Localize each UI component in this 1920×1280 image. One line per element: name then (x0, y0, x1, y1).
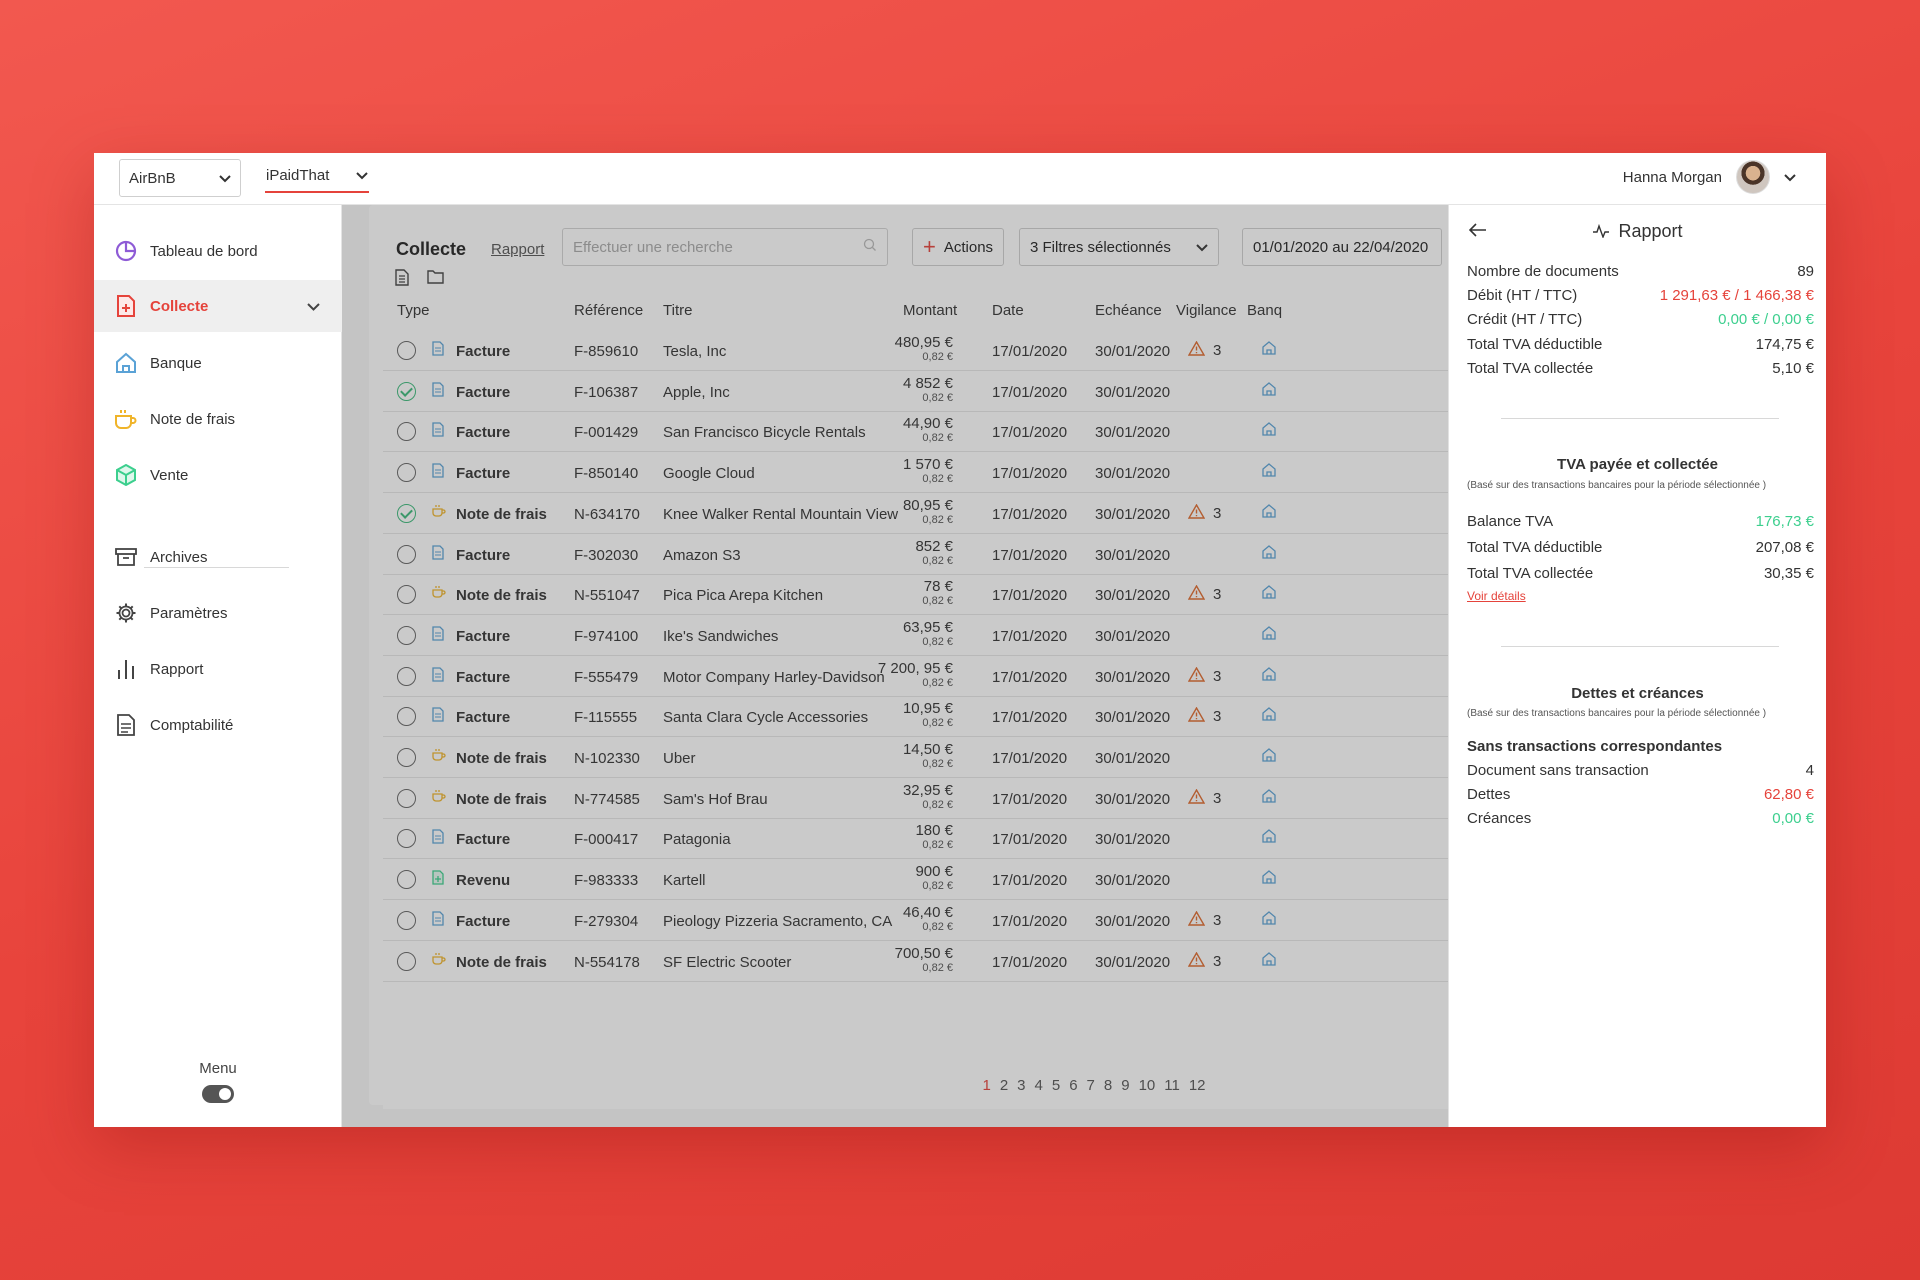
report-row: Document sans transaction 4 (1467, 762, 1814, 779)
report-value: 0,00 € (1772, 810, 1814, 828)
company-select-value: AirBnB (129, 169, 176, 187)
menu-label: Menu (199, 1060, 237, 1077)
report-label: Total TVA collectée (1467, 359, 1594, 377)
report-label: Crédit (HT / TTC) (1467, 311, 1583, 329)
company-select[interactable]: AirBnB (119, 159, 241, 197)
panel-title: Rapport (1449, 221, 1826, 242)
workspace-select-value: iPaidThat (266, 166, 330, 184)
report-row: Dettes 62,80 € (1467, 786, 1814, 803)
report-value: 174,75 € (1755, 335, 1814, 353)
report-row: Nombre de documents 89 (1467, 263, 1814, 280)
avatar (1736, 160, 1770, 194)
user-name: Hanna Morgan (1622, 168, 1722, 186)
report-row: Créances 0,00 € (1467, 810, 1814, 827)
chevron-down-icon (219, 170, 231, 187)
menu-toggle[interactable] (202, 1085, 234, 1103)
report-value: 5,10 € (1772, 359, 1814, 377)
report-label: Créances (1467, 810, 1532, 828)
report-label: Balance TVA (1467, 513, 1554, 530)
sidebar-item-label: Paramètres (150, 604, 228, 622)
sidebar-item-collecte[interactable]: Collecte (94, 280, 342, 332)
report-row: Total TVA déductible 207,08 € (1467, 539, 1814, 556)
report-label: Total TVA déductible (1467, 335, 1603, 353)
report-value: 176,73 € (1755, 513, 1814, 530)
debts-subtitle: Sans transactions correspondantes (1467, 738, 1814, 755)
report-value: 62,80 € (1763, 786, 1814, 804)
sidebar-item-tableau-de-bord[interactable]: Tableau de bord (94, 225, 342, 277)
report-value: 30,35 € (1763, 565, 1814, 582)
report-value: 207,08 € (1755, 539, 1814, 556)
report-row: Balance TVA 176,73 € (1467, 513, 1814, 530)
view-details-link[interactable]: Voir détails (1467, 589, 1526, 603)
tva-section-note: (Basé sur des transactions bancaires pou… (1467, 480, 1767, 491)
sidebar-item-label: Note de frais (150, 410, 236, 428)
archive-box-icon (114, 545, 138, 569)
bank-icon (114, 351, 138, 375)
report-value: 1 291,63 € / 1 466,38 € (1659, 287, 1814, 305)
sidebar-divider (144, 567, 289, 568)
debts-section-note: (Basé sur des transactions bancaires pou… (1467, 708, 1767, 719)
tva-section-title: TVA payée et collectée (1557, 456, 1718, 473)
top-bar: AirBnB iPaidThat Hanna Morgan (94, 153, 1826, 205)
report-value: 0,00 € / 0,00 € (1718, 311, 1814, 329)
coffee-cup-icon (114, 407, 138, 431)
chevron-down-icon (307, 298, 320, 315)
sidebar-item-label: Rapport (150, 660, 204, 678)
chevron-down-icon (1784, 169, 1796, 186)
report-value: 4 (1805, 762, 1814, 779)
sidebar-item-label: Archives (150, 548, 208, 566)
report-row: Crédit (HT / TTC) 0,00 € / 0,00 € (1467, 311, 1814, 328)
sidebar-item-note-de-frais[interactable]: Note de frais (94, 393, 342, 445)
report-label: Nombre de documents (1467, 263, 1619, 280)
rapport-panel: Rapport Nombre de documents 89 Débit (HT /… (1448, 205, 1826, 1127)
report-label: Document sans transaction (1467, 762, 1649, 779)
report-row: Total TVA déductible 174,75 € (1467, 336, 1814, 353)
sidebar-item-label: Tableau de bord (150, 242, 258, 260)
document-plus-icon (114, 294, 138, 318)
sidebar-item-label: Banque (150, 354, 202, 372)
sidebar-item-banque[interactable]: Banque (94, 337, 342, 389)
section-divider (1501, 418, 1779, 419)
sidebar-item-vente[interactable]: Vente (94, 449, 342, 501)
sidebar-item-comptabilit-[interactable]: Comptabilité (94, 699, 342, 751)
activity-icon (1592, 221, 1618, 241)
app-window: AirBnB iPaidThat Hanna Morgan Tableau de… (94, 153, 1826, 1127)
document-icon (114, 713, 138, 737)
sidebar-item-rapport[interactable]: Rapport (94, 643, 342, 695)
section-divider (1501, 646, 1779, 647)
report-label: Dettes (1467, 786, 1511, 804)
sidebar-item-label: Collecte (150, 297, 209, 315)
report-row: Total TVA collectée 5,10 € (1467, 360, 1814, 377)
sidebar: Tableau de bord Collecte Banque Note de fra… (94, 205, 342, 1127)
debts-subtitle-text: Sans transactions correspondantes (1467, 738, 1723, 755)
report-label: Débit (HT / TTC) (1467, 287, 1578, 305)
cube-icon (114, 463, 138, 487)
sidebar-item-label: Vente (150, 466, 189, 484)
chevron-down-icon (356, 167, 368, 184)
report-label: Total TVA collectée (1467, 565, 1594, 582)
report-value: 89 (1797, 263, 1814, 280)
report-row: Débit (HT / TTC) 1 291,63 € / 1 466,38 € (1467, 287, 1814, 304)
gear-icon (114, 601, 138, 625)
debts-section-title: Dettes et créances (1571, 685, 1704, 702)
bar-chart-icon (114, 657, 138, 681)
report-row: Total TVA collectée 30,35 € (1467, 565, 1814, 582)
sidebar-item-label: Comptabilité (150, 716, 234, 734)
sidebar-item-param-tres[interactable]: Paramètres (94, 587, 342, 639)
sidebar-item-archives[interactable]: Archives (94, 531, 342, 583)
report-label: Total TVA déductible (1467, 539, 1603, 556)
user-menu[interactable]: Hanna Morgan (1623, 160, 1796, 194)
panel-title-text: Rapport (1618, 221, 1683, 241)
pie-chart-icon (114, 239, 138, 263)
workspace-select[interactable]: iPaidThat (265, 159, 369, 193)
